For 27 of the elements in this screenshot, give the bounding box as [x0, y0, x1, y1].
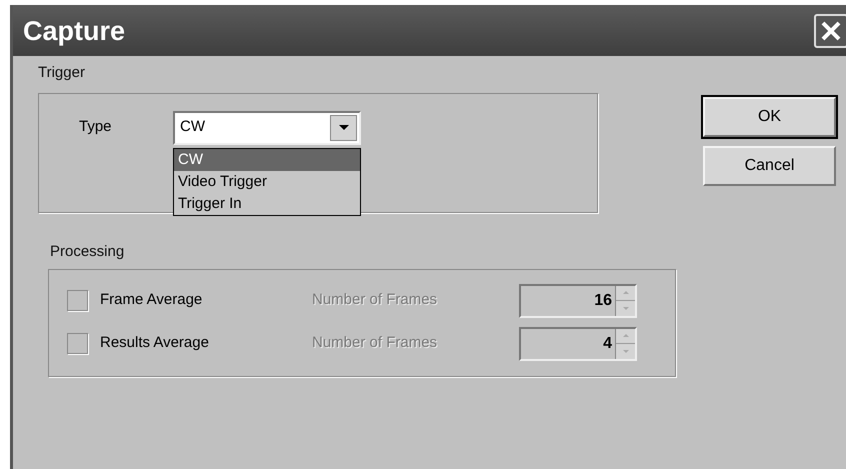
checkbox-label: Frame Average: [100, 290, 204, 310]
dialog-button[interactable]: Cancel: [703, 146, 836, 186]
dropdown-option[interactable]: Trigger In: [174, 192, 360, 214]
up-arrow-icon: [622, 291, 628, 294]
dialog-button[interactable]: OK: [703, 97, 836, 137]
number-field[interactable]: 4: [519, 326, 637, 360]
spin-buttons[interactable]: [615, 286, 635, 316]
checkbox-label: Results Average: [100, 333, 210, 354]
dropdown-option[interactable]: CW: [174, 148, 360, 170]
close-icon: [820, 20, 842, 42]
group-label: Processing: [50, 242, 126, 262]
group-label: Trigger: [38, 63, 86, 83]
dropdown-arrow-icon: [338, 125, 348, 130]
spin-buttons[interactable]: [615, 328, 635, 358]
down-arrow-icon: [622, 306, 628, 310]
window-title: Capture: [23, 14, 126, 48]
dropdown-option[interactable]: Video Trigger: [174, 170, 360, 192]
dropdown-field[interactable]: CW: [173, 110, 361, 144]
checkbox[interactable]: [67, 290, 88, 311]
field-label: Type: [79, 116, 113, 136]
checkbox[interactable]: [67, 333, 88, 354]
frames-label: Number of Frames: [312, 333, 438, 354]
close-button[interactable]: [814, 14, 846, 48]
frames-label: Number of Frames: [312, 290, 438, 310]
up-arrow-icon: [622, 334, 628, 338]
number-field[interactable]: 16: [519, 284, 637, 318]
down-arrow-icon: [622, 350, 628, 353]
